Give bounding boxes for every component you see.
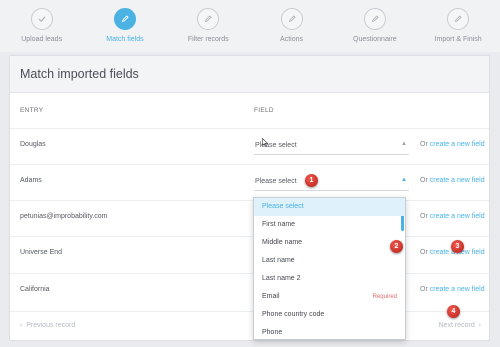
pencil-icon [113,8,136,30]
table-row: petunias@improbability.com Or create a n… [10,200,489,236]
create-new-field-link[interactable]: create a new field [430,213,485,220]
previous-record-label: Previous record [26,322,76,329]
entry-value: California [20,286,50,293]
annotation-badge-1: 1 [305,174,318,187]
column-header-entry: ENTRY [20,107,44,114]
create-field-option: Or create a new field [420,141,485,148]
check-icon [30,8,53,30]
step-label: Filter records [187,36,229,43]
caret-up-icon: ▲ [401,177,407,183]
dropdown-option[interactable]: Phone [254,324,405,339]
entry-value: Adams [20,177,42,184]
annotation-badge-4: 4 [447,305,460,318]
table-row: Adams Please select ▲ Or create a new fi… [10,164,489,200]
chevron-left-icon: ‹ [20,322,23,329]
mouse-cursor-icon [262,138,268,147]
step-label: Actions [280,36,304,43]
or-text: Or [420,177,428,184]
step-label: Upload leads [21,36,63,43]
pencil-icon [280,8,303,30]
field-dropdown-menu: Please select First name Middle name Las… [253,197,406,340]
create-new-field-link[interactable]: create a new field [430,141,485,148]
pencil-icon [363,8,386,30]
next-record-label: Next record [438,322,475,329]
field-select[interactable]: Please select ▲ [254,138,409,155]
pencil-icon [447,8,470,30]
step-label: Import & Finish [434,36,482,43]
step-import-finish[interactable]: Import & Finish [416,0,499,52]
wizard-steps: Upload leads Match fields Filter records… [0,0,500,52]
create-field-option: Or create a new field [420,213,485,220]
step-match-fields[interactable]: Match fields [83,0,166,52]
step-filter-records[interactable]: Filter records [167,0,250,52]
or-text: Or [420,141,428,148]
pencil-icon [197,8,220,30]
next-record-button[interactable]: Next record › [439,322,481,329]
pagination-footer: ‹ Previous record Next record › [10,311,489,340]
chevron-right-icon: › [478,322,481,329]
step-actions[interactable]: Actions [250,0,333,52]
dropdown-option[interactable]: Middle name [254,234,405,252]
step-label: Questionnaire [353,36,397,43]
dropdown-option[interactable]: First name [254,216,405,234]
or-text: Or [420,286,428,293]
column-header-field: FIELD [254,107,274,114]
dropdown-option-email[interactable]: Email Required [254,288,405,306]
entry-value: Douglas [20,141,46,148]
table-row: California Or create a new field [10,273,489,309]
dropdown-option[interactable]: Please select [254,198,405,216]
create-new-field-link[interactable]: create a new field [430,286,485,293]
option-label: Email [262,293,280,300]
annotation-badge-2: 2 [390,240,403,253]
required-label: Required [372,294,397,300]
previous-record-button[interactable]: ‹ Previous record [20,322,75,329]
dropdown-option[interactable]: Last name 2 [254,270,405,288]
caret-down-icon: ▲ [401,141,407,147]
entry-value: petunias@improbability.com [20,213,108,220]
field-select[interactable]: Please select ▲ [254,174,409,191]
step-questionnaire[interactable]: Questionnaire [333,0,416,52]
or-text: Or [420,213,428,220]
table-row: Douglas Please select ▲ Or create a new … [10,128,489,164]
annotation-badge-3: 3 [451,240,464,253]
create-field-option: Or create a new field [420,177,485,184]
dropdown-option[interactable]: Last name [254,252,405,270]
entry-value: Universe End [20,249,63,256]
create-new-field-link[interactable]: create a new field [430,177,485,184]
table-row: Universe End Or create a new field [10,236,489,272]
match-fields-panel: Match imported fields ENTRY FIELD Dougla… [9,55,490,341]
dropdown-option[interactable]: Phone country code [254,306,405,324]
step-upload-leads[interactable]: Upload leads [0,0,83,52]
page-title: Match imported fields [10,56,489,93]
or-text: Or [420,249,428,256]
step-label: Match fields [106,36,144,43]
create-field-option: Or create a new field [420,286,485,293]
select-value: Please select [255,178,297,185]
